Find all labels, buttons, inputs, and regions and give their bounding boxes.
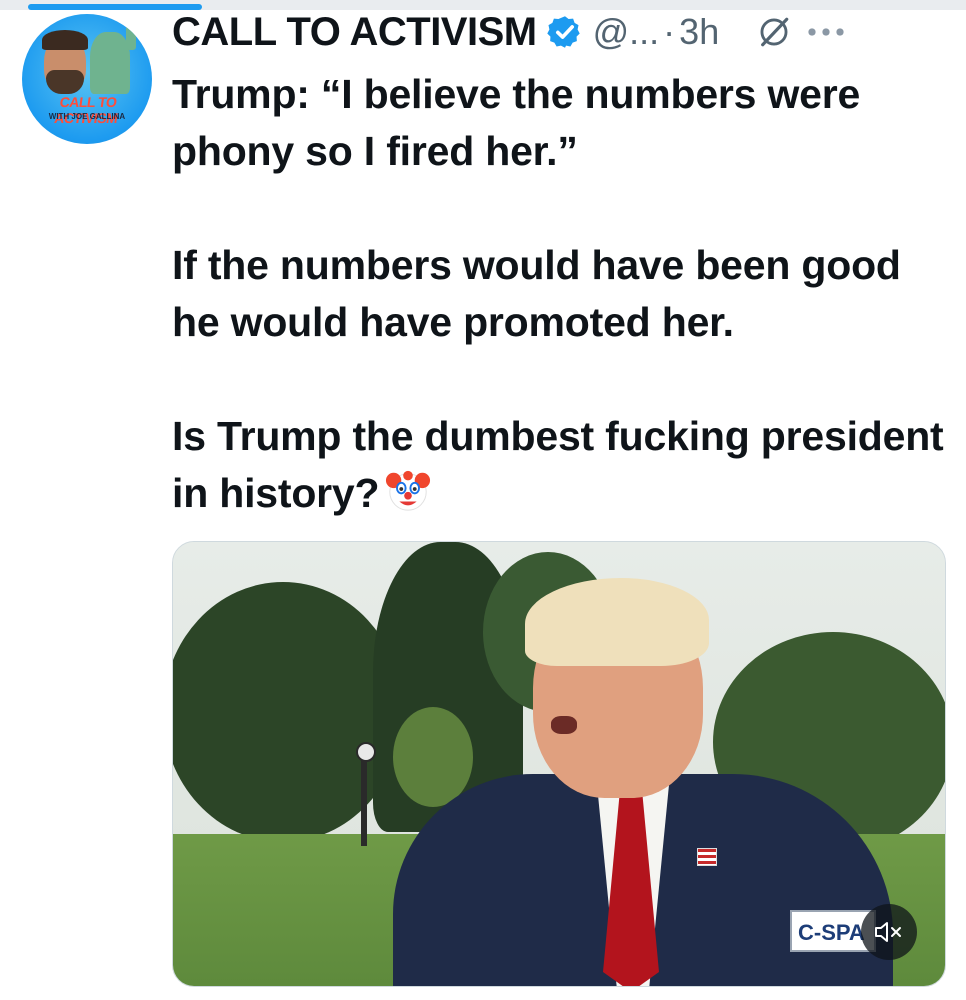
lamp-post (361, 750, 367, 846)
post-paragraph-3-wrap: Is Trump the dumbest fucking president i… (172, 408, 952, 522)
header-separator: · (663, 11, 676, 52)
avatar[interactable]: CALL TO ACTIVISM WITH JOE GALLINA (22, 14, 152, 144)
mute-button[interactable] (861, 904, 917, 960)
post-paragraph-3: Is Trump the dumbest fucking president i… (172, 413, 944, 516)
speaker-muted-icon (875, 922, 901, 942)
post-timestamp[interactable]: 3h (679, 11, 719, 53)
post-view: CALL TO ACTIVISM WITH JOE GALLINA CALL T… (0, 0, 966, 1000)
flag-pin (697, 848, 717, 866)
tree-graphic (173, 582, 403, 842)
avatar-logo-subtitle: WITH JOE GALLINA (48, 112, 126, 121)
person-hair (525, 578, 709, 666)
person-mouth (551, 716, 577, 734)
post-header: CALL TO ACTIVISM @... · 3h (172, 6, 952, 58)
author-handle[interactable]: @... (593, 11, 660, 53)
post-text: Trump: “I believe the numbers were phony… (172, 66, 952, 522)
statue-of-liberty-graphic (90, 32, 130, 94)
author-display-name[interactable]: CALL TO ACTIVISM (172, 10, 537, 55)
avatar-hair (42, 30, 88, 50)
tree-graphic (393, 707, 473, 807)
post-paragraph-1: Trump: “I believe the numbers were phony… (172, 71, 861, 174)
verified-badge-icon[interactable] (546, 14, 583, 50)
grok-icon[interactable] (757, 15, 791, 49)
more-horizontal-icon[interactable] (805, 15, 847, 49)
torch-graphic (126, 26, 136, 50)
avatar-beard (46, 70, 84, 94)
clown-face-icon (386, 470, 431, 511)
video-player[interactable]: C-SPA (172, 541, 946, 987)
post-paragraph-2: If the numbers would have been good he w… (172, 242, 901, 345)
avatar-logo-title: CALL TO ACTIVISM (53, 94, 119, 126)
lamp-post-light (356, 742, 376, 762)
